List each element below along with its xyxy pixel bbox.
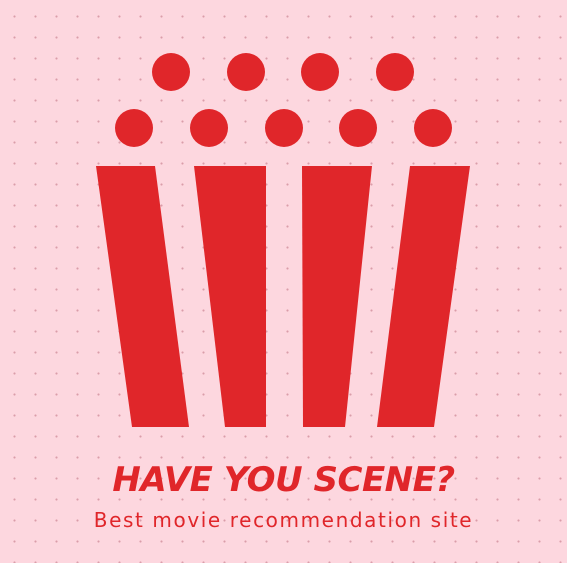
popcorn-kernel bbox=[339, 109, 377, 147]
popcorn-box-stripe bbox=[302, 166, 372, 427]
popcorn-box-stripe bbox=[377, 166, 470, 427]
popcorn-kernel bbox=[414, 109, 452, 147]
popcorn-box-stripe bbox=[96, 166, 189, 427]
popcorn-box-icon bbox=[96, 53, 470, 427]
popcorn-kernel bbox=[152, 53, 190, 91]
popcorn-kernel bbox=[115, 109, 153, 147]
popcorn-kernel bbox=[190, 109, 228, 147]
popcorn-box-stripe bbox=[194, 166, 266, 427]
popcorn-kernel bbox=[265, 109, 303, 147]
site-title: HAVE YOU SCENE? bbox=[112, 460, 455, 500]
popcorn-kernel bbox=[227, 53, 265, 91]
popcorn-kernel bbox=[376, 53, 414, 91]
site-tagline: Best movie recommendation site bbox=[93, 508, 474, 532]
popcorn-kernel bbox=[301, 53, 339, 91]
